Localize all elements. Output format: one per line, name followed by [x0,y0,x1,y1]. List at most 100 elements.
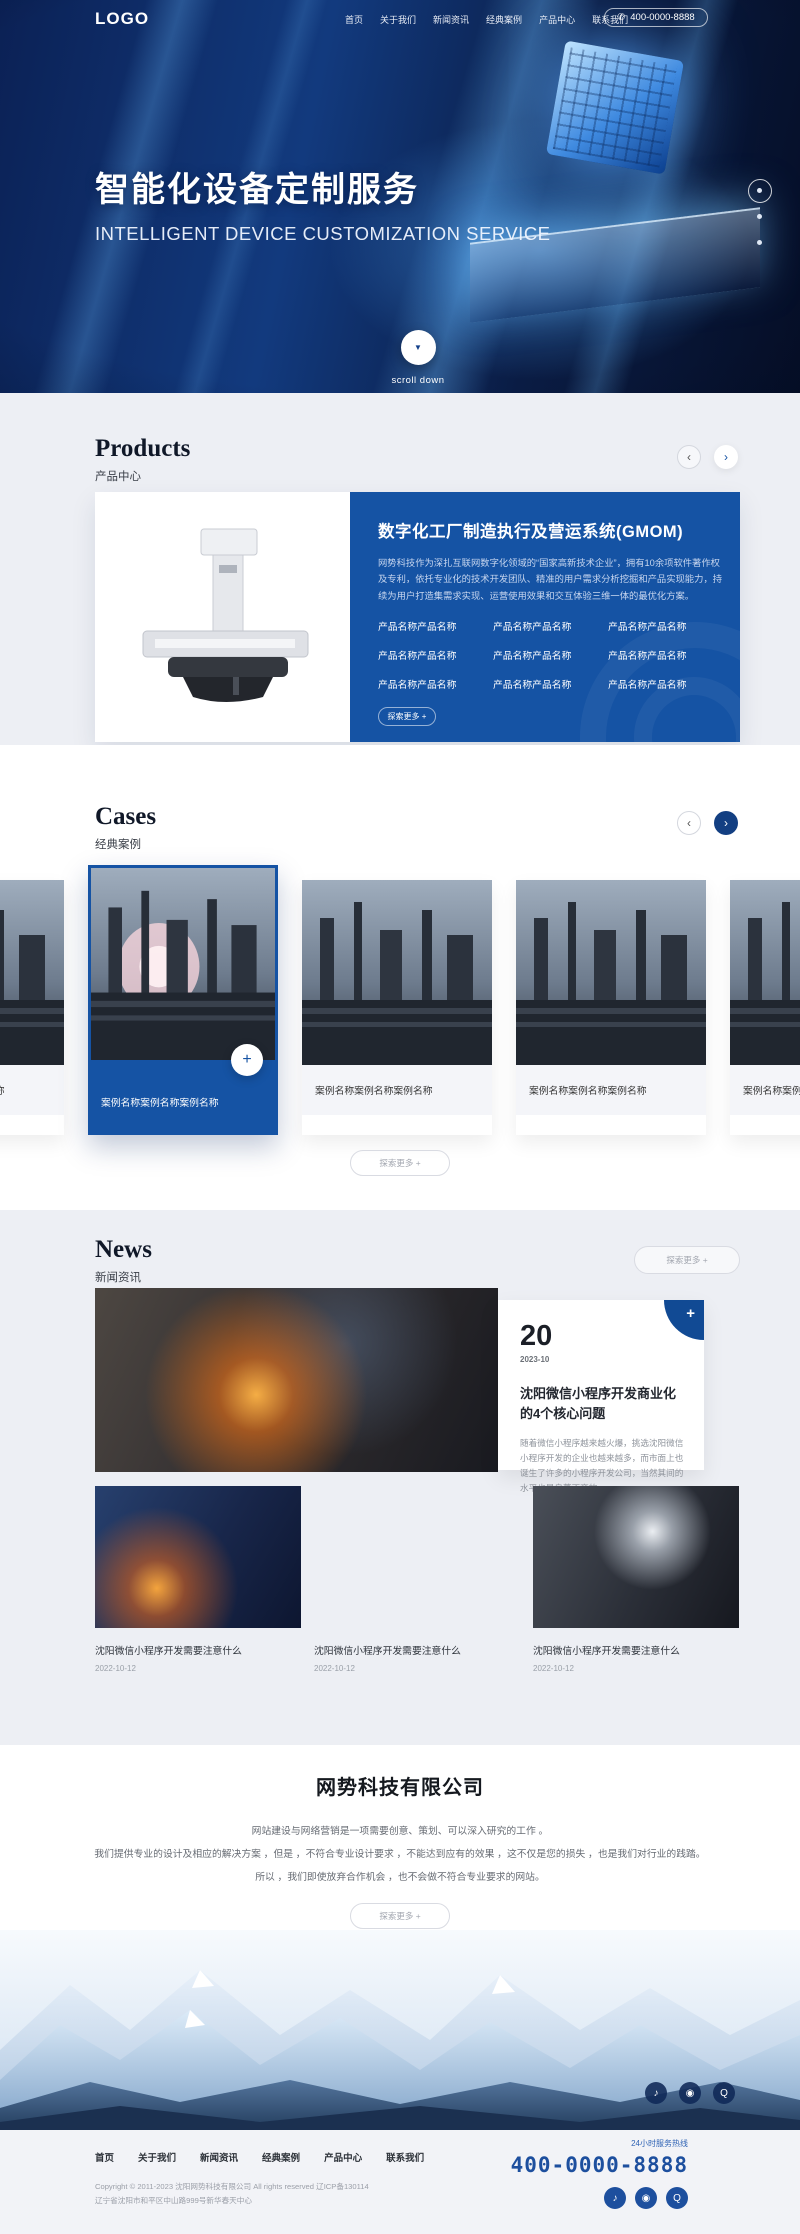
products-heading: Products 产品中心 [95,435,190,484]
product-link[interactable]: 产品名称产品名称 [378,619,493,633]
industrial-machine-art [113,507,333,727]
hero-dot-1[interactable] [757,188,762,193]
hotline-label: 24小时服务热线 [511,2138,688,2149]
hero-dot-2[interactable] [757,214,762,219]
news-item[interactable]: 沈阳微信小程序开发需要注意什么 2022-10-12 [95,1486,301,1673]
hero-title: 智能化设备定制服务 [95,162,551,211]
product-link[interactable]: 产品名称产品名称 [493,648,608,662]
case-image: + [88,865,278,1063]
case-card[interactable]: 案例名称案例名称案例名称 [730,880,800,1135]
product-link[interactable]: 产品名称产品名称 [608,648,723,662]
cases-section: Cases 经典案例 ‹ › [0,745,800,1210]
product-image [95,492,350,742]
hero-banner: LOGO 首页 关于我们 新闻资讯 经典案例 产品中心 联系我们 ✆ 400-0… [0,0,800,393]
plus-icon: + [686,1305,695,1322]
news-title-en: News [95,1236,152,1264]
footer-nav-cases[interactable]: 经典案例 [262,2150,300,2164]
about-explore-more-button[interactable]: 探索更多 + [350,1903,450,1929]
scroll-down-button[interactable]: ▼ [401,330,436,365]
case-caption: 案例名称案例名称案例名称 [730,1065,800,1115]
company-intro-line: 我们提供专业的设计及相应的解决方案 ，但是 ，不符合专业设计要求 ，不能达到应有… [0,1843,800,1866]
product-link[interactable]: 产品名称产品名称 [378,677,493,691]
news-item-title[interactable]: 沈阳微信小程序开发需要注意什么 [95,1643,301,1657]
page: LOGO 首页 关于我们 新闻资讯 经典案例 产品中心 联系我们 ✆ 400-0… [0,0,800,2234]
cases-explore-more-button[interactable]: 探索更多 + [350,1150,450,1176]
hero-dot-3[interactable] [757,240,762,245]
products-explore-more-button[interactable]: 探索更多 + [378,707,436,726]
footer-nav: 首页 关于我们 新闻资讯 经典案例 产品中心 联系我们 [95,2150,424,2164]
case-card[interactable]: 案例名称案例名称案例名称 [0,880,64,1135]
qq-icon[interactable]: Q [666,2187,688,2209]
weibo-glyph: ◉ [642,2193,651,2204]
product-name[interactable]: 数字化工厂制造执行及营运系统(GMOM) [378,518,712,542]
news-item[interactable]: 沈阳微信小程序开发需要注意什么 2022-10-12 [314,1486,520,1673]
featured-news-card[interactable]: + 20 2023-10 沈阳微信小程序开发商业化的4个核心问题 随着微信小程序… [498,1300,704,1470]
products-prev-button[interactable]: ‹ [677,445,701,469]
footer-nav-home[interactable]: 首页 [95,2150,114,2164]
footer-nav-contact[interactable]: 联系我们 [386,2150,424,2164]
featured-news-image[interactable] [95,1288,498,1472]
news-list: 沈阳微信小程序开发需要注意什么 2022-10-12 沈阳微信小程序开发需要注意… [95,1486,739,1673]
product-link[interactable]: 产品名称产品名称 [493,677,608,691]
nav-item-cases[interactable]: 经典案例 [486,13,522,26]
douyin-icon[interactable]: ♪ [604,2187,626,2209]
featured-title[interactable]: 沈阳微信小程序开发商业化的4个核心问题 [520,1384,686,1424]
qq-icon[interactable]: Q [713,2082,735,2104]
cases-next-button[interactable]: › [714,811,738,835]
weibo-icon[interactable]: ◉ [635,2187,657,2209]
logo[interactable]: LOGO [95,9,149,29]
header-phone-number: 400-0000-8888 [630,12,694,23]
products-title-en: Products [95,435,190,463]
company-name: 网势科技有限公司 [0,1745,800,1800]
news-item-date: 2022-10-12 [95,1664,301,1673]
cases-heading: Cases 经典案例 [95,803,156,852]
products-next-button[interactable]: › [714,445,738,469]
scroll-down: ▼ scroll down [383,330,453,386]
douyin-icon[interactable]: ♪ [645,2082,667,2104]
company-intro-line: 所以 ，我们即使放弃合作机会 ，也不会做不符合专业要求的网站。 [0,1866,800,1889]
cases-carousel-arrows: ‹ › [677,811,738,835]
product-link[interactable]: 产品名称产品名称 [608,619,723,633]
mountain-social-icons: ♪ ◉ Q [645,2082,735,2104]
news-item[interactable]: 沈阳微信小程序开发需要注意什么 2022-10-12 [533,1486,739,1673]
nav-item-news[interactable]: 新闻资讯 [433,13,469,26]
header-phone-button[interactable]: ✆ 400-0000-8888 [604,8,708,27]
chevron-left-icon: ‹ [687,817,691,829]
main-nav: 首页 关于我们 新闻资讯 经典案例 产品中心 联系我们 [345,13,628,26]
cases-title-en: Cases [95,803,156,831]
case-plus-button[interactable]: + [231,1044,263,1076]
weibo-icon[interactable]: ◉ [679,2082,701,2104]
footer-nav-products[interactable]: 产品中心 [324,2150,362,2164]
nav-item-about[interactable]: 关于我们 [380,13,416,26]
product-link[interactable]: 产品名称产品名称 [608,677,723,691]
news-item-title[interactable]: 沈阳微信小程序开发需要注意什么 [533,1643,739,1657]
product-link[interactable]: 产品名称产品名称 [378,648,493,662]
cases-prev-button[interactable]: ‹ [677,811,701,835]
plus-icon: + [242,1051,251,1069]
news-item-image [95,1486,301,1628]
news-item-date: 2022-10-12 [533,1664,739,1673]
featured-day: 20 [520,1322,686,1351]
case-card[interactable]: 案例名称案例名称案例名称 [302,880,492,1135]
case-card-active[interactable]: + 案例名称案例名称案例名称 [88,865,278,1135]
footer-phone-number[interactable]: 400-0000-8888 [511,2153,688,2177]
company-intro-line: 网站建设与网络营销是一项需要创意、策划、可以深入研究的工作 。 [0,1820,800,1843]
weibo-glyph: ◉ [686,2088,695,2099]
product-card: 数字化工厂制造执行及营运系统(GMOM) 网势科技作为深扎互联网数字化领域的“国… [95,492,740,742]
nav-item-products[interactable]: 产品中心 [539,13,575,26]
news-explore-more-button[interactable]: 探索更多 + [634,1246,740,1274]
chevron-right-icon: › [724,817,728,829]
chevron-right-icon: › [724,451,728,463]
product-links-grid: 产品名称产品名称 产品名称产品名称 产品名称产品名称 产品名称产品名称 产品名称… [378,619,712,691]
footer-nav-about[interactable]: 关于我们 [138,2150,176,2164]
case-image [0,880,64,1065]
douyin-glyph: ♪ [654,2088,659,2099]
case-card[interactable]: 案例名称案例名称案例名称 [516,880,706,1135]
refinery-photo-art [0,880,64,1065]
footer-nav-news[interactable]: 新闻资讯 [200,2150,238,2164]
news-item-title[interactable]: 沈阳微信小程序开发需要注意什么 [314,1643,520,1657]
news-section: News 新闻资讯 探索更多 + + 20 2023-10 沈阳微信小程序开发商… [0,1210,800,1745]
nav-item-home[interactable]: 首页 [345,13,363,26]
product-link[interactable]: 产品名称产品名称 [493,619,608,633]
refinery-photo-art [730,880,800,1065]
